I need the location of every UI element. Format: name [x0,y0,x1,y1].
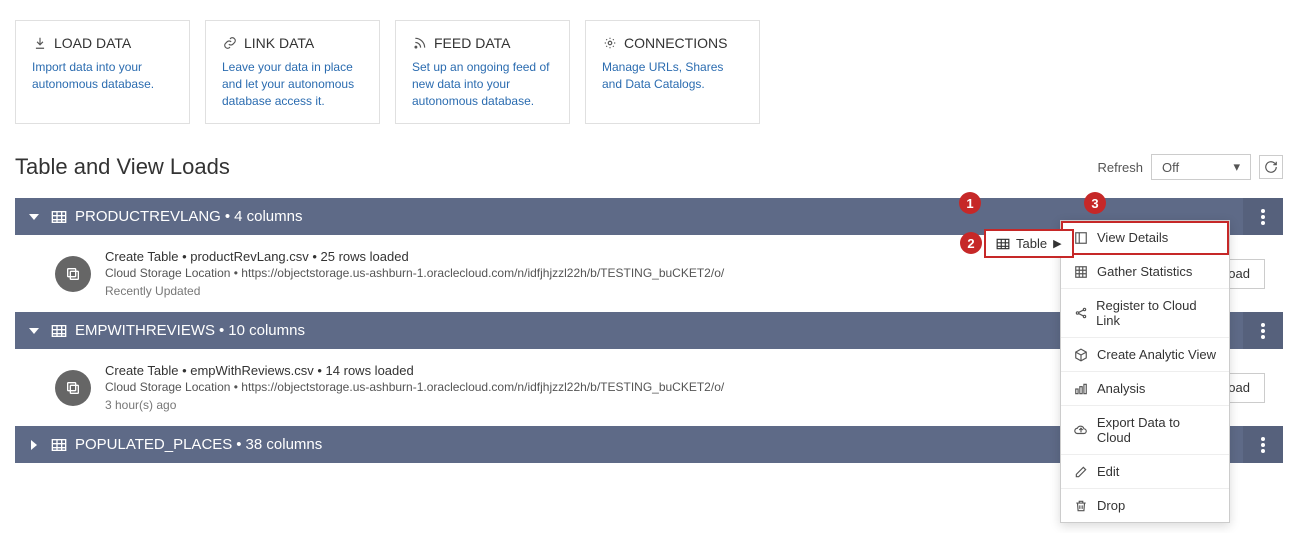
menu-register-cloud-link[interactable]: Register to Cloud Link [1061,289,1229,338]
table-columns: 10 columns [228,322,305,339]
card-desc: Leave your data in place and let your au… [222,59,363,109]
card-feed-data[interactable]: FEED DATA Set up an ongoing feed of new … [395,20,570,124]
kebab-menu[interactable] [1243,426,1283,463]
annotation-1: 1 [959,192,981,214]
chart-icon [1073,382,1089,396]
table-name: PRODUCTREVLANG [75,208,221,225]
table-detail-line3: 3 hour(s) ago [105,398,1072,412]
card-title-label: CONNECTIONS [624,35,727,51]
table-icon [996,238,1010,250]
card-link-data[interactable]: LINK DATA Leave your data in place and l… [205,20,380,124]
table-icon [51,324,67,338]
menu-view-details[interactable]: View Details [1061,221,1229,255]
cloud-upload-icon [1073,423,1089,437]
table-name: POPULATED_PLACES [75,436,232,453]
feed-icon [412,35,428,51]
card-connections[interactable]: CONNECTIONS Manage URLs, Shares and Data… [585,20,760,124]
download-icon [32,35,48,51]
chevron-down-icon: ▾ [1233,159,1240,175]
cube-icon [1073,348,1089,362]
copy-icon [55,370,91,406]
share-icon [1073,306,1088,320]
menu-analysis[interactable]: Analysis [1061,372,1229,406]
refresh-label: Refresh [1097,160,1143,175]
panel-icon [1073,231,1089,245]
menu-export-data-cloud[interactable]: Export Data to Cloud [1061,406,1229,455]
card-desc: Manage URLs, Shares and Data Catalogs. [602,59,743,93]
table-icon [51,438,67,452]
refresh-value: Off [1162,160,1179,175]
table-icon [51,210,67,224]
card-title-label: FEED DATA [434,35,511,51]
stats-icon [1073,265,1089,279]
gear-icon [602,35,618,51]
table-detail-line3: Recently Updated [105,284,1072,298]
menu-gather-statistics[interactable]: Gather Statistics [1061,255,1229,289]
card-load-data[interactable]: LOAD DATA Import data into your autonomo… [15,20,190,124]
menu-drop[interactable]: Drop [1061,489,1229,522]
table-detail-line1: Create Table • productRevLang.csv • 25 r… [105,249,1072,264]
section-header: Table and View Loads Refresh Off ▾ [15,154,1283,180]
chevron-down-icon [29,326,41,336]
table-detail-line2: Cloud Storage Location • https://objects… [105,266,1072,280]
table-detail-line1: Create Table • empWithReviews.csv • 14 r… [105,363,1072,378]
annotation-3: 3 [1084,192,1106,214]
table-columns: 38 columns [246,436,323,453]
action-cards-row: LOAD DATA Import data into your autonomo… [15,20,1283,124]
refresh-select[interactable]: Off ▾ [1151,154,1251,180]
table-submenu[interactable]: Table ▶ [984,229,1074,258]
chevron-down-icon [29,212,41,222]
card-title-label: LINK DATA [244,35,314,51]
table-name: EMPWITHREVIEWS [75,322,215,339]
kebab-menu[interactable] [1243,312,1283,349]
annotation-2: 2 [960,232,982,254]
link-icon [222,35,238,51]
kebab-menu[interactable] [1243,198,1283,235]
menu-create-analytic-view[interactable]: Create Analytic View [1061,338,1229,372]
trash-icon [1073,499,1089,513]
refresh-button[interactable] [1259,155,1283,179]
card-title-label: LOAD DATA [54,35,131,51]
card-desc: Import data into your autonomous databas… [32,59,173,93]
table-columns: 4 columns [234,208,302,225]
context-menu: View Details Gather Statistics Register … [1060,220,1230,523]
table-detail-line2: Cloud Storage Location • https://objects… [105,380,1072,394]
pencil-icon [1073,465,1089,479]
chevron-right-icon [29,440,41,450]
menu-edit[interactable]: Edit [1061,455,1229,489]
copy-icon [55,256,91,292]
chevron-right-icon: ▶ [1053,237,1061,250]
section-title: Table and View Loads [15,154,230,180]
card-desc: Set up an ongoing feed of new data into … [412,59,553,109]
